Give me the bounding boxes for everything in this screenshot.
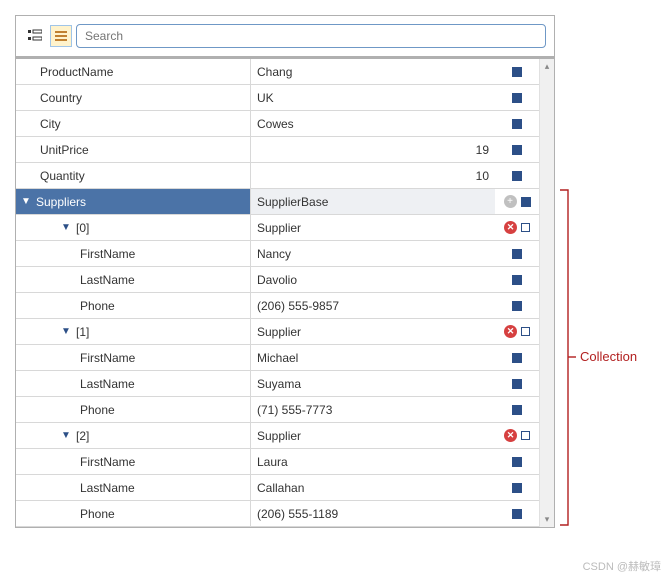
delete-button[interactable]: ✕ — [504, 221, 517, 234]
label: Phone — [80, 507, 115, 521]
label: ProductName — [40, 65, 113, 79]
row-supplier-0-firstname[interactable]: FirstName Nancy — [16, 241, 539, 267]
value: Supplier — [257, 221, 301, 235]
value[interactable]: Cowes — [257, 117, 294, 131]
delete-button[interactable]: ✕ — [504, 429, 517, 442]
row-supplier-0-phone[interactable]: Phone (206) 555-9857 — [16, 293, 539, 319]
scroll-up-icon[interactable]: ▴ — [545, 59, 550, 74]
marker-icon[interactable] — [521, 431, 530, 440]
grid-body: ProductName Chang Country UK City Cowes … — [16, 59, 554, 527]
row-supplier-0-lastname[interactable]: LastName Davolio — [16, 267, 539, 293]
expand-icon[interactable]: ▼ — [20, 196, 32, 207]
value[interactable]: Callahan — [257, 481, 304, 495]
label: [2] — [76, 429, 89, 443]
delete-button[interactable]: ✕ — [504, 325, 517, 338]
search-input[interactable] — [76, 24, 546, 48]
row-supplier-2-phone[interactable]: Phone (206) 555-1189 — [16, 501, 539, 527]
value[interactable]: (206) 555-1189 — [257, 507, 338, 521]
row-supplier-2[interactable]: ▼ [2] Supplier ✕ — [16, 423, 539, 449]
watermark: CSDN @赫敏璋 — [583, 558, 661, 574]
marker-icon[interactable] — [512, 93, 522, 103]
value[interactable]: Chang — [257, 65, 292, 79]
row-supplier-1-phone[interactable]: Phone (71) 555-7773 — [16, 397, 539, 423]
label: LastName — [80, 273, 135, 287]
annotation-label: Collection — [580, 349, 637, 364]
label: City — [40, 117, 61, 131]
value: SupplierBase — [257, 195, 328, 209]
marker-icon[interactable] — [512, 483, 522, 493]
marker-icon[interactable] — [521, 197, 531, 207]
row-supplier-1-firstname[interactable]: FirstName Michael — [16, 345, 539, 371]
row-supplier-2-lastname[interactable]: LastName Callahan — [16, 475, 539, 501]
grid-rows: ProductName Chang Country UK City Cowes … — [16, 59, 539, 527]
label: FirstName — [80, 247, 135, 261]
scrollbar[interactable]: ▴ ▾ — [539, 59, 554, 527]
value: Supplier — [257, 429, 301, 443]
label: Phone — [80, 403, 115, 417]
row-city[interactable]: City Cowes — [16, 111, 539, 137]
value[interactable]: (71) 555-7773 — [257, 403, 332, 417]
label: [1] — [76, 325, 89, 339]
label: Country — [40, 91, 82, 105]
label: [0] — [76, 221, 89, 235]
expand-icon[interactable]: ▼ — [60, 222, 72, 233]
label: FirstName — [80, 455, 135, 469]
marker-icon[interactable] — [512, 353, 522, 363]
scroll-down-icon[interactable]: ▾ — [545, 512, 550, 527]
marker-icon[interactable] — [512, 275, 522, 285]
row-supplier-0[interactable]: ▼ [0] Supplier ✕ — [16, 215, 539, 241]
list-icon — [54, 29, 68, 43]
label: LastName — [80, 481, 135, 495]
row-country[interactable]: Country UK — [16, 85, 539, 111]
marker-icon[interactable] — [512, 145, 522, 155]
categorized-view-button[interactable] — [24, 25, 46, 47]
label: Suppliers — [36, 195, 86, 209]
value[interactable]: 19 — [476, 143, 489, 157]
row-suppliers[interactable]: ▼ Suppliers SupplierBase + — [16, 189, 539, 215]
expand-icon[interactable]: ▼ — [60, 430, 72, 441]
value[interactable]: 10 — [476, 169, 489, 183]
marker-icon[interactable] — [512, 249, 522, 259]
marker-icon[interactable] — [512, 171, 522, 181]
marker-icon[interactable] — [512, 379, 522, 389]
add-button[interactable]: + — [504, 195, 517, 208]
row-supplier-2-firstname[interactable]: FirstName Laura — [16, 449, 539, 475]
expand-icon[interactable]: ▼ — [60, 326, 72, 337]
value[interactable]: UK — [257, 91, 274, 105]
marker-icon[interactable] — [512, 457, 522, 467]
value[interactable]: (206) 555-9857 — [257, 299, 339, 313]
row-supplier-1-lastname[interactable]: LastName Suyama — [16, 371, 539, 397]
value[interactable]: Davolio — [257, 273, 297, 287]
row-quantity[interactable]: Quantity 10 — [16, 163, 539, 189]
marker-icon[interactable] — [512, 67, 522, 77]
toolbar — [16, 16, 554, 59]
label: FirstName — [80, 351, 135, 365]
marker-icon[interactable] — [512, 301, 522, 311]
property-grid: ProductName Chang Country UK City Cowes … — [15, 15, 555, 528]
label: UnitPrice — [40, 143, 89, 157]
value: Supplier — [257, 325, 301, 339]
marker-icon[interactable] — [521, 327, 530, 336]
row-supplier-1[interactable]: ▼ [1] Supplier ✕ — [16, 319, 539, 345]
categorized-icon — [28, 29, 42, 43]
marker-icon[interactable] — [512, 509, 522, 519]
marker-icon[interactable] — [512, 405, 522, 415]
marker-icon[interactable] — [521, 223, 530, 232]
value[interactable]: Michael — [257, 351, 298, 365]
value[interactable]: Suyama — [257, 377, 301, 391]
value[interactable]: Nancy — [257, 247, 291, 261]
row-unitprice[interactable]: UnitPrice 19 — [16, 137, 539, 163]
label: LastName — [80, 377, 135, 391]
alphabetical-view-button[interactable] — [50, 25, 72, 47]
label: Quantity — [40, 169, 85, 183]
row-productname[interactable]: ProductName Chang — [16, 59, 539, 85]
label: Phone — [80, 299, 115, 313]
value[interactable]: Laura — [257, 455, 288, 469]
marker-icon[interactable] — [512, 119, 522, 129]
